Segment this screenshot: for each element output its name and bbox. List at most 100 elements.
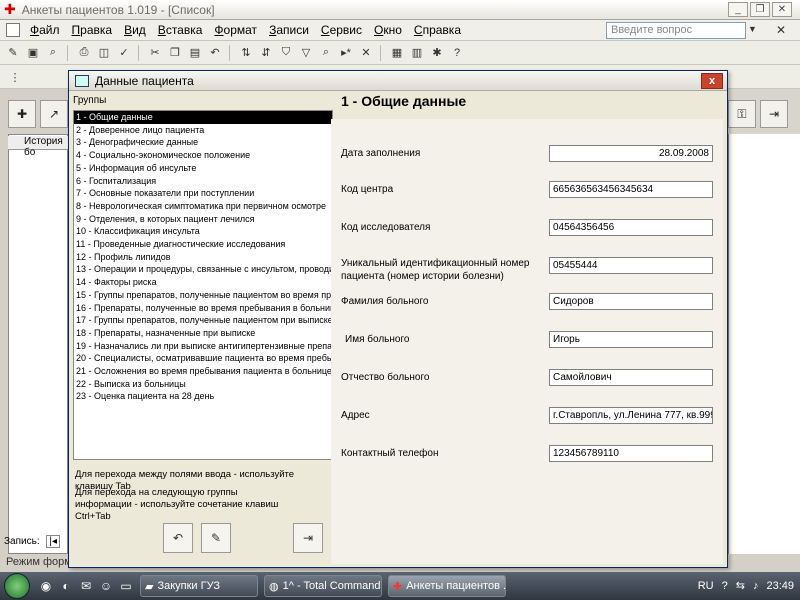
menu-format[interactable]: Формат [208,23,263,37]
list-item[interactable]: 2 - Доверенное лицо пациента [74,124,332,137]
list-item[interactable]: 4 - Социально-экономическое положение [74,149,332,162]
menu-file[interactable]: Файл [24,23,66,37]
restore-button[interactable]: ❐ [750,2,770,17]
edit-record-button[interactable]: ↗ [40,100,68,128]
list-item[interactable]: 8 - Неврологическая симптоматика при пер… [74,200,332,213]
browser-icon[interactable]: ◉ [38,578,54,594]
list-item[interactable]: 11 - Проведенные диагностические исследо… [74,238,332,251]
task-patient-forms[interactable]: ✚ Анкеты пациентов ... [388,575,506,597]
list-item[interactable]: 19 - Назначались ли при выписке антигипе… [74,340,332,353]
menu-window[interactable]: Окно [368,23,408,37]
menu-records[interactable]: Записи [263,23,315,37]
form-icon [75,74,89,87]
task-label: Закупки ГУЗ [157,580,220,592]
help-tray-icon[interactable]: ? [722,580,728,592]
minimize-button[interactable]: _ [728,2,748,17]
list-item[interactable]: 16 - Препараты, полученные во время преб… [74,302,332,315]
first-name-label: Имя больного [345,334,410,345]
clock[interactable]: 23:49 [766,580,794,592]
sort-asc-icon[interactable]: ⇅ [237,44,255,62]
list-item[interactable]: 14 - Факторы риска [74,276,332,289]
list-item[interactable]: 15 - Группы препаратов, полученные пацие… [74,289,332,302]
volume-icon[interactable]: ♪ [753,580,759,592]
edit-button[interactable]: ✎ [201,523,231,553]
design-view-icon[interactable]: ✎ [4,44,22,62]
phone-label: Контактный телефон [341,448,439,459]
middle-name-field[interactable]: Самойлович [549,369,713,386]
task-purchases[interactable]: ▰ Закупки ГУЗ [140,575,258,597]
menu-insert[interactable]: Вставка [152,23,209,37]
close-button[interactable]: ✕ [772,2,792,17]
list-item[interactable]: 12 - Профиль липидов [74,251,332,264]
language-indicator[interactable]: RU [698,580,714,592]
new-record-icon[interactable]: ▸* [337,44,355,62]
preview-icon[interactable]: ◫ [95,44,113,62]
desktop-icon[interactable]: ▭ [118,578,134,594]
system-tray: RU ? ⇆ ♪ 23:49 [698,579,794,593]
list-item[interactable]: 22 - Выписка из больницы [74,378,332,391]
search-icon[interactable]: ⌕ [44,44,62,62]
copy-icon[interactable]: ❐ [166,44,184,62]
list-item[interactable]: 17 - Группы препаратов, полученные пацие… [74,314,332,327]
list-item[interactable]: 21 - Осложнения во время пребывания паци… [74,365,332,378]
address-field[interactable]: г.Ставропль, ул.Ленина 777, кв.999. [549,407,713,424]
new-object-icon[interactable]: ✱ [428,44,446,62]
toolbar-separator [138,44,144,61]
print-icon[interactable]: ⎙ [75,44,93,62]
find-icon[interactable]: ⌕ [317,44,335,62]
sort-desc-icon[interactable]: ⇵ [257,44,275,62]
help-icon[interactable]: ? [448,44,466,62]
cut-icon[interactable]: ✂ [146,44,164,62]
list-item[interactable]: 5 - Информация об инсульте [74,162,332,175]
last-name-field[interactable]: Сидоров [549,293,713,310]
help-search-input[interactable]: Введите вопрос [606,22,746,39]
fill-date-field[interactable]: 28.09.2008 [549,145,713,162]
undo-button[interactable]: ↶ [163,523,193,553]
list-item[interactable]: 13 - Операции и процедуры, связанные с и… [74,263,332,276]
spellcheck-icon[interactable]: ✓ [115,44,133,62]
start-button[interactable] [4,573,30,599]
filter-icon[interactable]: ⛉ [277,44,295,62]
column-header[interactable]: История бо [8,136,68,158]
list-item[interactable]: 18 - Препараты, назначенные при выписке [74,327,332,340]
delete-record-icon[interactable]: ✕ [357,44,375,62]
researcher-code-field[interactable]: 04564356456 [549,219,713,236]
chevron-down-icon[interactable]: ▼ [748,24,757,34]
menu-tools[interactable]: Сервис [315,23,368,37]
menu-help[interactable]: Справка [408,23,467,37]
list-item[interactable]: 23 - Оценка пациента на 28 день [74,390,332,403]
media-icon[interactable]: ◐ [58,578,74,594]
paste-icon[interactable]: ▤ [186,44,204,62]
properties-icon[interactable]: ▦ [388,44,406,62]
list-item[interactable]: 3 - Деногрaфические данные [74,136,332,149]
center-code-field[interactable]: 665636563456345634 [549,181,713,198]
undo-icon[interactable]: ↶ [206,44,224,62]
list-item[interactable]: 7 - Основные показатели при поступлении [74,187,332,200]
patient-id-field[interactable]: 05455444 [549,257,713,274]
list-item[interactable]: 6 - Госпитализация [74,175,332,188]
document-close-button[interactable]: ✕ [776,23,786,37]
network-icon[interactable]: ⇆ [736,579,745,592]
first-record-button[interactable]: |◂ [46,535,60,548]
list-item[interactable]: 10 - Классификация инсульта [74,225,332,238]
key-button[interactable]: ⚿ [728,100,756,128]
filter-apply-icon[interactable]: ▽ [297,44,315,62]
toolbar-separator [67,44,73,61]
groups-list[interactable]: 1 - Общие данные 2 - Доверенное лицо пац… [73,110,333,460]
menu-edit[interactable]: Правка [66,23,119,37]
list-item[interactable]: 9 - Отделения, в которых пациент лечился [74,213,332,226]
exit-dialog-button[interactable]: ⇥ [293,523,323,553]
database-window-icon[interactable]: ▥ [408,44,426,62]
add-record-button[interactable]: ✚ [8,100,36,128]
task-total-commander[interactable]: ◍ 1^ - Total Command... [264,575,382,597]
first-name-field[interactable]: Игорь [549,331,713,348]
exit-button[interactable]: ⇥ [760,100,788,128]
list-item[interactable]: 1 - Общие данные [74,111,332,124]
menu-view[interactable]: Вид [118,23,152,37]
list-item[interactable]: 20 - Специалисты, осматривавшие пациента… [74,352,332,365]
dialog-close-button[interactable]: x [701,73,723,89]
phone-field[interactable]: 123456789110 [549,445,713,462]
messenger-icon[interactable]: ☺ [98,578,114,594]
save-icon[interactable]: ▣ [24,44,42,62]
email-icon[interactable]: ✉ [78,578,94,594]
